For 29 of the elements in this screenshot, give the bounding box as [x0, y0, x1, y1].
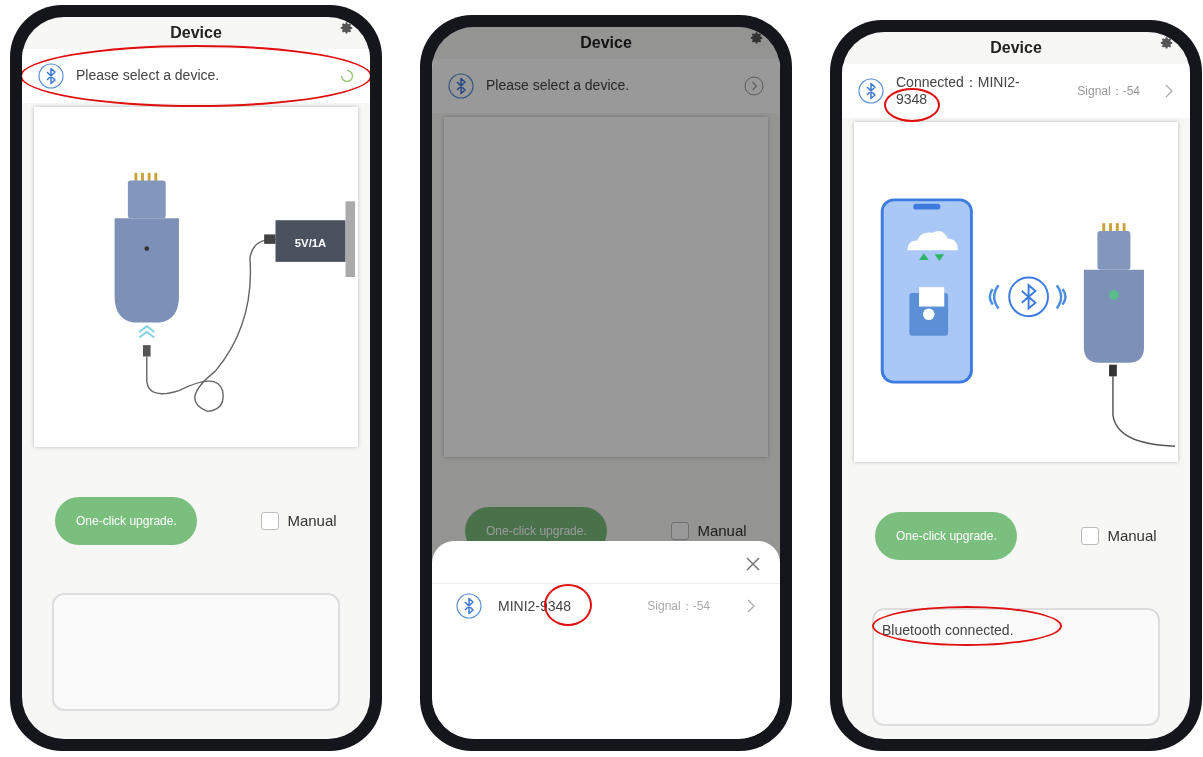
device-bar[interactable]: Please select a device.	[432, 59, 780, 113]
bluetooth-icon	[858, 78, 884, 104]
log-text: Bluetooth connected.	[882, 622, 1014, 638]
bluetooth-icon	[456, 593, 482, 619]
screen-title: Device	[580, 33, 632, 53]
settings-icon[interactable]	[750, 31, 764, 45]
manual-checkbox[interactable]	[261, 512, 280, 530]
chevron-right-icon[interactable]	[746, 598, 756, 614]
manual-label: Manual	[1107, 525, 1157, 546]
chevron-right-icon[interactable]	[744, 76, 764, 96]
signal-reading: Signal：-54	[1077, 83, 1140, 100]
settings-icon[interactable]	[1160, 36, 1174, 50]
signal-reading: Signal：-54	[647, 598, 710, 615]
manual-checkbox[interactable]	[1081, 527, 1100, 545]
device-status-text: Please select a device.	[486, 77, 631, 95]
device-status-text: Connected：MINI2-9348	[896, 73, 1021, 109]
bluetooth-icon	[448, 73, 474, 99]
close-icon[interactable]	[746, 557, 760, 571]
loading-spinner-icon	[340, 69, 354, 83]
adapter-label: 5V/1A	[294, 236, 327, 249]
screen-title: Device	[990, 38, 1042, 58]
manual-label: Manual	[697, 520, 747, 541]
bluetooth-icon	[38, 63, 64, 89]
chevron-right-icon[interactable]	[1164, 83, 1174, 99]
screen-title: Device	[170, 23, 222, 43]
manual-label: Manual	[287, 510, 337, 531]
manual-checkbox[interactable]	[671, 522, 690, 540]
settings-icon[interactable]	[340, 21, 354, 35]
device-status-text: Please select a device.	[76, 67, 221, 85]
